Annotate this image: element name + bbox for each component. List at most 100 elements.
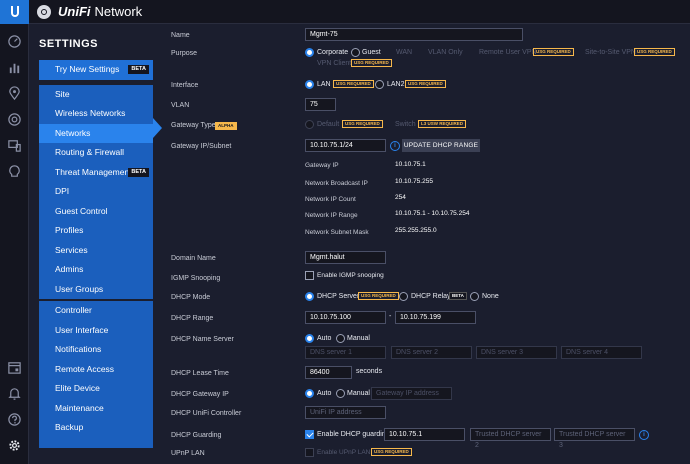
sidebar-item-label: User Groups xyxy=(55,283,104,294)
brand-name: UniFi xyxy=(58,4,91,19)
name-label: Name xyxy=(171,32,190,39)
vlan-input[interactable]: 75 xyxy=(305,98,336,111)
alpha-badge: ALPHA xyxy=(215,122,237,130)
usg-required-tag: USG REQUIRED xyxy=(358,292,399,300)
lease-time-input[interactable]: 86400 xyxy=(305,366,352,379)
sidebar-item-services[interactable]: Services xyxy=(39,240,153,260)
dhcp-gateway-manual-radio[interactable] xyxy=(336,389,345,398)
gateway-default-radio[interactable] xyxy=(305,120,314,129)
dns-server-4-input[interactable]: DNS server 4 xyxy=(561,346,642,359)
bell-icon[interactable] xyxy=(7,386,22,401)
ip-count-value: 254 xyxy=(395,194,406,201)
purpose-vpn-client-label: VPN Client xyxy=(317,60,352,67)
l3-usw-required-tag: L3 USW REQUIRED xyxy=(418,120,467,128)
trusted-dhcp-server-2-input[interactable]: Trusted DHCP server 2 xyxy=(470,428,551,449)
sidebar-item-site[interactable]: Site xyxy=(39,84,153,104)
devices-icon[interactable] xyxy=(7,112,22,127)
app-name: Network xyxy=(94,4,143,19)
purpose-label: Purpose xyxy=(171,50,198,57)
sidebar-item-controller[interactable]: Controller xyxy=(39,301,153,321)
dhcp-guarding-checkbox[interactable] xyxy=(305,430,314,439)
sidebar-item-threat-management[interactable]: Threat Management BETA xyxy=(39,162,153,182)
sidebar-item-wireless-networks[interactable]: Wireless Networks xyxy=(39,104,153,124)
sidebar-item-label: Wireless Networks xyxy=(55,108,126,118)
name-input[interactable]: Mgmt-75 xyxy=(305,28,523,41)
sidebar-item-remote-access[interactable]: Remote Access xyxy=(39,359,153,379)
sidebar-item-guest-control[interactable]: Guest Control xyxy=(39,201,153,221)
usg-required-tag: USG REQUIRED xyxy=(342,120,383,128)
purpose-vlan-only-label: VLAN Only xyxy=(428,49,463,56)
app-title: UniFi Network xyxy=(58,4,142,19)
info-icon[interactable]: i xyxy=(639,430,649,440)
upnp-lan-checkbox[interactable] xyxy=(305,448,314,457)
settings-menu: Try New Settings BETA Site Wireless Netw… xyxy=(39,60,153,448)
dhcp-range-label: DHCP Range xyxy=(171,315,214,322)
dhcp-gateway-ip-input[interactable]: Gateway IP address xyxy=(371,387,452,400)
settings-gear-icon[interactable] xyxy=(7,438,22,453)
lease-time-unit: seconds xyxy=(356,368,383,375)
upnp-lan-checkbox-label: Enable UPnP LAN xyxy=(317,449,371,456)
purpose-wan-label: WAN xyxy=(396,49,413,56)
sidebar-item-dpi[interactable]: DPI xyxy=(39,182,153,202)
sidebar-item-maintenance[interactable]: Maintenance xyxy=(39,398,153,418)
interface-lan-radio[interactable] xyxy=(305,80,314,89)
sidebar-item-label: Backup xyxy=(55,422,84,432)
sidebar-item-label: User Interface xyxy=(55,324,109,335)
sidebar-item-admins[interactable]: Admins xyxy=(39,260,153,280)
vlan-label: VLAN xyxy=(171,102,190,109)
dhcp-relay-label: DHCP Relay xyxy=(411,293,451,300)
purpose-guest-label: Guest xyxy=(362,49,381,56)
trusted-dhcp-server-1-input[interactable]: 10.10.75.1 xyxy=(384,428,465,441)
interface-lan2-radio[interactable] xyxy=(375,80,384,89)
unifi-controller-ip-input[interactable]: UniFi IP address xyxy=(305,406,386,419)
dhcp-server-label: DHCP Server xyxy=(317,293,360,300)
sidebar-item-networks[interactable]: Networks xyxy=(39,123,153,143)
usg-required-tag: USG REQUIRED xyxy=(351,59,392,67)
help-icon[interactable] xyxy=(7,412,22,427)
sidebar-item-user-groups[interactable]: User Groups xyxy=(39,279,153,299)
dhcp-gateway-auto-label: Auto xyxy=(317,390,332,397)
clients-icon[interactable] xyxy=(7,138,22,153)
gateway-subnet-input[interactable]: 10.10.75.1/24 xyxy=(305,139,386,152)
sidebar-item-routing-firewall[interactable]: Routing & Firewall xyxy=(39,143,153,163)
usg-required-tag: USG REQUIRED xyxy=(405,80,446,88)
dhcp-gateway-auto-radio[interactable] xyxy=(305,389,314,398)
purpose-corporate-radio[interactable] xyxy=(305,48,314,57)
info-icon[interactable]: i xyxy=(390,141,400,151)
sidebar-item-elite-device[interactable]: Elite Device xyxy=(39,379,153,399)
top-bar: UniFi Network xyxy=(0,0,690,24)
gateway-default-label: Default xyxy=(317,121,340,128)
sidebar-item-label: Notifications xyxy=(55,344,102,354)
purpose-site-to-site-vpn-label: Site-to-Site VPN xyxy=(585,49,636,56)
igmp-snooping-checkbox[interactable] xyxy=(305,271,314,280)
igmp-snooping-checkbox-label: Enable IGMP snooping xyxy=(317,272,384,279)
dhcp-none-radio[interactable] xyxy=(470,292,479,301)
purpose-guest-radio[interactable] xyxy=(351,48,360,57)
map-pin-icon[interactable] xyxy=(7,86,22,101)
sidebar-item-profiles[interactable]: Profiles xyxy=(39,221,153,241)
dns-server-3-input[interactable]: DNS server 3 xyxy=(476,346,557,359)
domain-name-input[interactable]: Mgmt.halut xyxy=(305,251,386,264)
dhcp-range-start-input[interactable]: 10.10.75.100 xyxy=(305,311,386,324)
sidebar-item-user-interface[interactable]: User Interface xyxy=(39,320,153,340)
trusted-dhcp-server-3-input[interactable]: Trusted DHCP server 3 xyxy=(554,428,635,449)
gateway-ip-key: Gateway IP xyxy=(305,162,339,169)
dns-server-2-input[interactable]: DNS server 2 xyxy=(391,346,472,359)
dhcp-relay-radio[interactable] xyxy=(399,292,408,301)
usg-required-tag: USG REQUIRED xyxy=(533,48,574,56)
update-dhcp-range-button[interactable]: UPDATE DHCP RANGE xyxy=(402,139,480,152)
dns-server-1-input[interactable]: DNS server 1 xyxy=(305,346,386,359)
insights-icon[interactable] xyxy=(7,164,22,179)
ubiquiti-logo-icon[interactable] xyxy=(0,0,29,24)
sidebar-item-backup[interactable]: Backup xyxy=(39,418,153,438)
try-new-settings-button[interactable]: Try New Settings BETA xyxy=(39,60,153,80)
sidebar-item-notifications[interactable]: Notifications xyxy=(39,340,153,360)
dhcp-range-end-input[interactable]: 10.10.75.199 xyxy=(395,311,476,324)
dns-auto-radio[interactable] xyxy=(305,334,314,343)
dns-manual-radio[interactable] xyxy=(336,334,345,343)
dns-auto-label: Auto xyxy=(317,335,332,342)
calendar-icon[interactable] xyxy=(7,360,22,375)
statistics-icon[interactable] xyxy=(7,60,22,75)
dhcp-server-radio[interactable] xyxy=(305,292,314,301)
dashboard-icon[interactable] xyxy=(7,34,22,49)
